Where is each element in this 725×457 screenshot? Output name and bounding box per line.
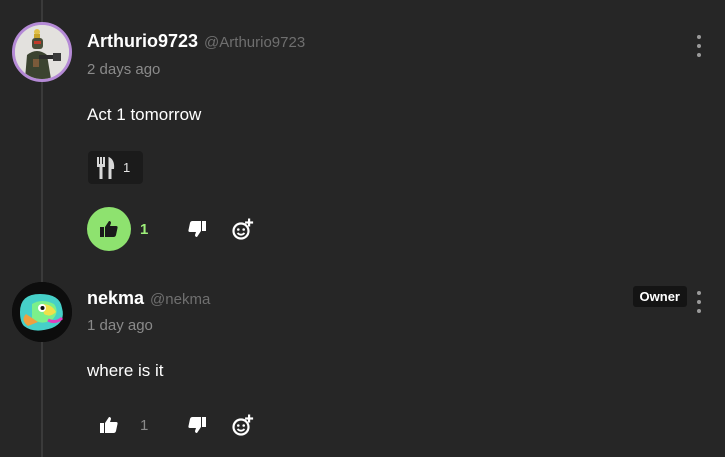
avatar[interactable] — [12, 282, 72, 342]
comment-text: where is it — [87, 361, 164, 380]
add-emoji-icon — [232, 414, 254, 436]
timestamp: 1 day ago — [87, 317, 153, 334]
like-button[interactable] — [87, 207, 131, 251]
add-reaction-button[interactable] — [227, 213, 259, 245]
thumbs-up-icon — [100, 417, 118, 433]
thumbs-down-icon — [188, 221, 206, 237]
thumbs-down-icon — [188, 417, 206, 433]
like-button[interactable] — [87, 403, 131, 447]
dislike-button[interactable] — [181, 213, 213, 245]
reaction-count: 1 — [123, 160, 131, 175]
add-emoji-icon — [232, 218, 254, 240]
dislike-button[interactable] — [181, 409, 213, 441]
owner-badge: Owner — [632, 286, 687, 307]
username[interactable]: Arthurio9723 — [87, 31, 198, 52]
thumbs-up-icon — [100, 221, 118, 237]
handle: @Arthurio9723 — [204, 34, 306, 51]
more-options-icon[interactable] — [693, 291, 705, 313]
comment-actions: 1 — [87, 403, 259, 447]
soldier-avatar-icon — [15, 25, 69, 79]
like-count: 1 — [140, 416, 149, 434]
username[interactable]: nekma — [87, 288, 144, 309]
timestamp: 2 days ago — [87, 61, 161, 78]
rainbow-duck-avatar-icon — [12, 282, 72, 342]
more-options-icon[interactable] — [693, 35, 705, 57]
comment: Arthurio9723 @Arthurio9723 2 days ago Ac… — [0, 0, 725, 265]
comment-text: Act 1 tomorrow — [87, 105, 202, 124]
reaction-chip[interactable]: 1 — [88, 151, 143, 184]
handle: @nekma — [150, 291, 211, 308]
like-count: 1 — [140, 220, 149, 238]
add-reaction-button[interactable] — [227, 409, 259, 441]
comment: nekma @nekma 1 day ago Owner where is it… — [0, 270, 725, 457]
fork-knife-icon — [97, 156, 115, 179]
avatar[interactable] — [12, 22, 72, 82]
comment-actions: 1 — [87, 207, 259, 251]
